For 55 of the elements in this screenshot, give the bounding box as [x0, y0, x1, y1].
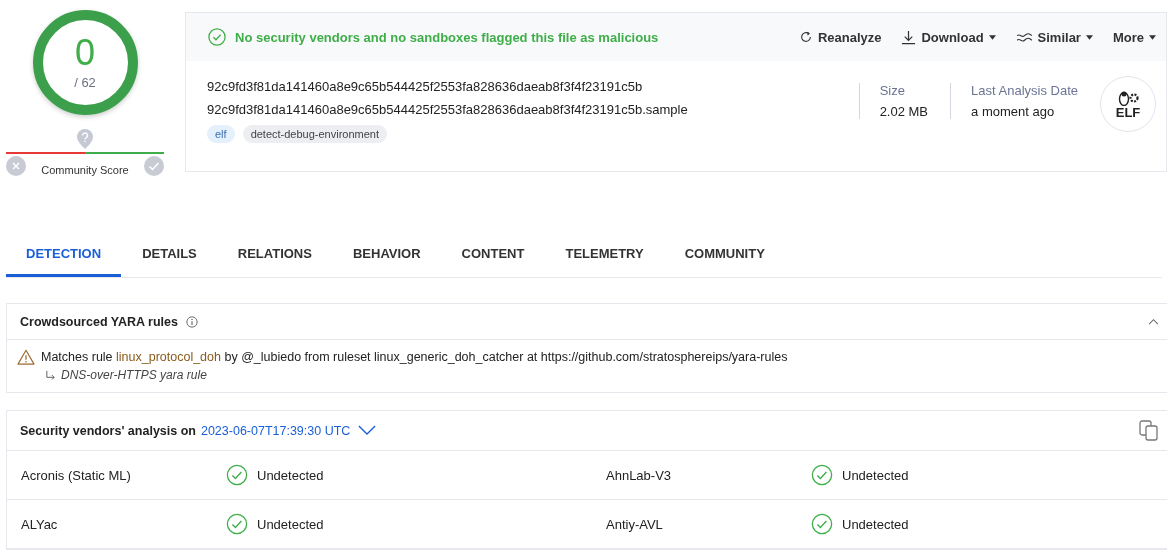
- check-icon[interactable]: [144, 155, 164, 176]
- return-arrow-icon: [45, 369, 56, 381]
- check-circle-icon: [208, 28, 226, 46]
- community-score-label: Community Score: [41, 164, 129, 176]
- detection-count: 0: [75, 35, 95, 71]
- meta-label: Size: [879, 83, 906, 98]
- question-pin-icon: [77, 129, 93, 149]
- info-icon[interactable]: [185, 315, 198, 328]
- tab[interactable]: COMMUNITY: [664, 232, 785, 277]
- file-tag[interactable]: detect-debug-environment: [242, 125, 388, 143]
- action-button[interactable]: Reanalyze: [798, 29, 882, 45]
- check-circle-icon: [226, 464, 248, 486]
- analysis-date-link[interactable]: 2023-06-07T17:39:30 UTC: [200, 423, 351, 438]
- tab[interactable]: CONTENT: [441, 232, 545, 277]
- rule-link[interactable]: linux_protocol_doh: [116, 350, 221, 364]
- chevron-up-icon[interactable]: [1148, 318, 1159, 325]
- tab[interactable]: DETECTION: [6, 232, 122, 277]
- check-circle-icon: [226, 513, 248, 535]
- penguin-gear-icon: [1116, 89, 1140, 106]
- file-hash: 92c9fd3f81da141460a8e9c65b544425f2553fa828636daeab8f3f4f23191c5b: [207, 79, 644, 94]
- total-engines: / 62: [74, 75, 96, 90]
- vendor-name: Antiy-AVL: [606, 516, 664, 532]
- detection-result: Undetected: [257, 467, 324, 483]
- detection-result: Undetected: [257, 516, 324, 532]
- tab[interactable]: TELEMETRY: [545, 232, 664, 277]
- status-message: No security vendors and no sandboxes flagged this file as malicious: [235, 29, 659, 45]
- chevron-down-icon[interactable]: [358, 425, 377, 436]
- file-name: 92c9fd3f81da141460a8e9c65b544425f2553fa828636daeab8f3f4f23191c5b.sample: [207, 102, 689, 117]
- file-type-label: ELF: [1115, 105, 1141, 119]
- similar-waves-icon: [1015, 31, 1033, 43]
- copy-icon[interactable]: [1139, 419, 1159, 442]
- action-button[interactable]: More: [1112, 29, 1156, 45]
- tab[interactable]: RELATIONS: [217, 232, 332, 277]
- check-circle-icon: [811, 464, 833, 486]
- tab[interactable]: DETAILS: [122, 232, 217, 277]
- action-button[interactable]: Download: [901, 29, 996, 45]
- section-title: Security vendors' analysis on: [20, 423, 196, 438]
- tab[interactable]: BEHAVIOR: [332, 232, 441, 277]
- download-icon: [901, 29, 917, 45]
- rule-description: DNS-over-HTTPS yara rule: [61, 368, 207, 382]
- vendor-name: ALYac: [21, 516, 59, 532]
- detection-result: Undetected: [842, 516, 909, 532]
- refresh-icon: [798, 30, 813, 44]
- check-circle-icon: [811, 513, 833, 535]
- meta-label: Last Analysis Date: [971, 83, 1078, 98]
- detection-result: Undetected: [842, 467, 909, 483]
- meta-value: a moment ago: [971, 104, 1056, 119]
- section-title: Crowdsourced YARA rules: [20, 314, 178, 329]
- vendor-name: AhnLab-V3: [606, 467, 673, 483]
- warning-icon: [17, 349, 35, 365]
- vendor-name: Acronis (Static ML): [21, 467, 132, 483]
- file-tag[interactable]: elf: [207, 125, 235, 143]
- match-text: Matches rule linux_protocol_doh by @_lubiedo from ruleset linux_generic_doh_catcher at https://github.com/stratosphereips/yara-rules: [41, 350, 788, 364]
- action-button[interactable]: Similar: [1015, 29, 1093, 45]
- meta-value: 2.02 MB: [879, 104, 929, 119]
